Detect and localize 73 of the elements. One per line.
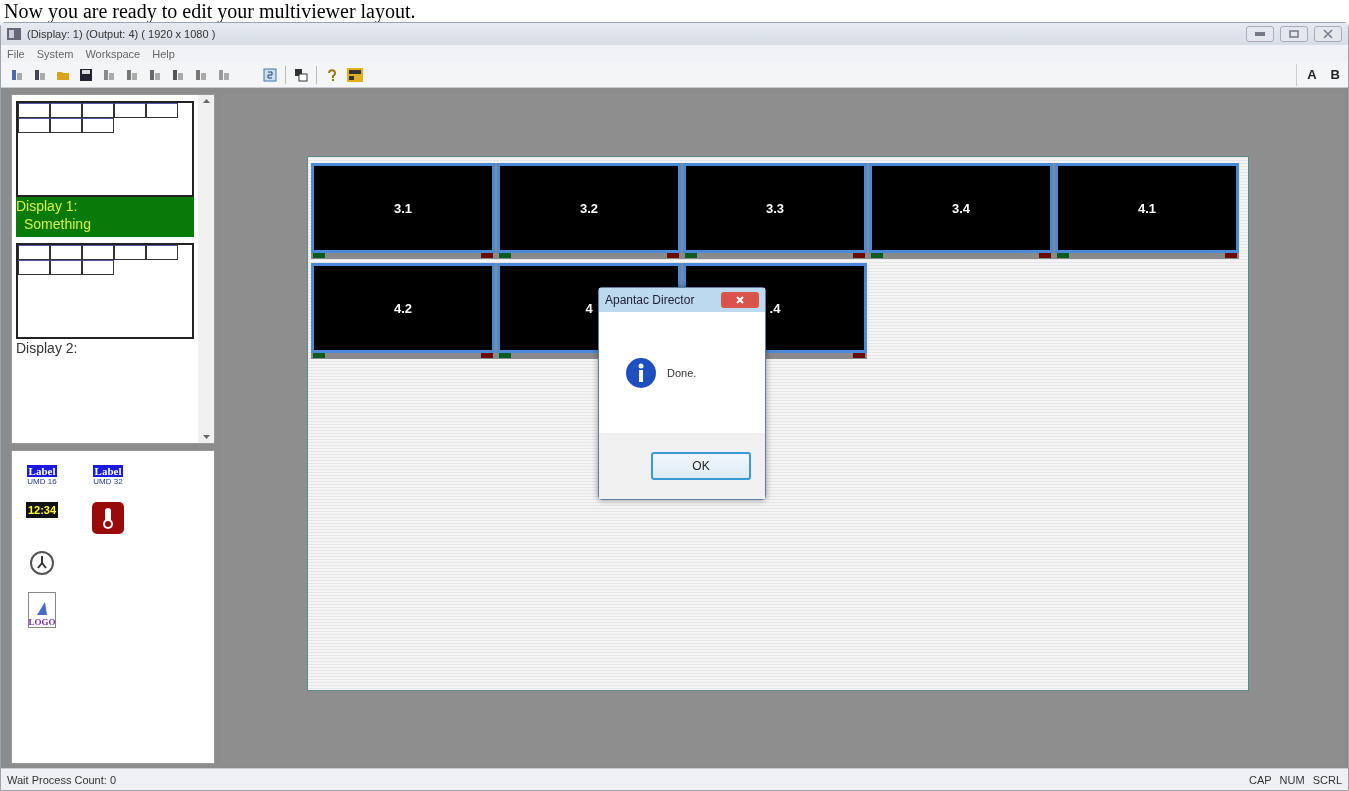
thermometer-icon[interactable] [92, 502, 124, 534]
menu-item[interactable]: File [7, 47, 25, 60]
status-led [1057, 253, 1069, 258]
toolbar-toggle[interactable]: A [1307, 67, 1317, 82]
status-led [313, 253, 325, 258]
display-number-icon[interactable] [262, 66, 278, 83]
status-led [499, 353, 511, 358]
status-text: Wait Process Count: 0 [7, 773, 117, 786]
window-title: (Display: 1) (Output: 4) ( 1920 x 1080 ) [27, 28, 217, 40]
menu-item[interactable]: Workspace [85, 47, 141, 60]
minimize-icon [1255, 32, 1265, 36]
widget-caption: UMD 32 [93, 477, 123, 486]
widget-caption: UMD 16 [27, 477, 57, 486]
scroll-down-icon[interactable] [202, 435, 210, 439]
tile-label: 4.2 [393, 300, 413, 316]
page-caption: Now you are ready to edit your multiviewer layout. [3, 0, 417, 22]
status-led [481, 353, 493, 358]
status-led [853, 253, 865, 258]
device-icon[interactable] [347, 66, 363, 83]
status-led [871, 253, 883, 258]
display-label: Display 2: [16, 339, 79, 357]
status-led [499, 253, 511, 258]
tile-label: 3.4 [951, 200, 971, 216]
label-widget[interactable]: Label [26, 465, 58, 477]
dialog-message: Done. [667, 366, 697, 379]
triangle-icon [35, 601, 49, 617]
video-tile[interactable]: 3.1 [311, 163, 495, 253]
close-icon [1323, 29, 1333, 39]
logo-widget[interactable]: LOGO [28, 592, 56, 628]
video-tile[interactable]: 3.3 [683, 163, 867, 253]
toolbar-toggle[interactable]: B [1330, 67, 1340, 82]
digital-clock-widget[interactable]: 12:34 [25, 502, 59, 518]
scroll-up-icon[interactable] [202, 99, 210, 103]
display-name: Something [23, 215, 92, 233]
status-led [481, 253, 493, 258]
minimize-button[interactable] [1246, 26, 1274, 42]
tile-label: 4.1 [1137, 200, 1157, 216]
close-button[interactable] [1314, 26, 1342, 42]
status-indicator: SCRL [1312, 773, 1342, 786]
display-thumbnail[interactable]: Display 1: Something [16, 101, 194, 237]
status-led [685, 253, 697, 258]
status-led [667, 253, 679, 258]
status-led [1225, 253, 1237, 258]
tile-label: .4 [769, 300, 781, 316]
info-icon [625, 356, 657, 389]
tile-label: 3.2 [579, 200, 599, 216]
video-tile[interactable]: 4.1 [1055, 163, 1239, 253]
close-icon [736, 296, 744, 304]
video-tile[interactable]: 3.4 [869, 163, 1053, 253]
ok-button[interactable]: OK [651, 452, 751, 480]
video-tile[interactable]: 4.2 [311, 263, 495, 353]
scrollbar[interactable] [198, 95, 214, 443]
menu-item[interactable]: Help [152, 47, 175, 60]
video-tile[interactable]: 3.2 [497, 163, 681, 253]
analog-clock-icon[interactable] [29, 550, 55, 576]
status-led [1039, 253, 1051, 258]
display-thumbnail[interactable]: Display 2: [16, 243, 194, 361]
display-label: Display 1: [16, 197, 79, 215]
status-led [313, 353, 325, 358]
status-indicator: NUM [1279, 773, 1305, 786]
tile-label: 4 [585, 300, 593, 316]
close-button[interactable] [721, 292, 759, 308]
windows-icon[interactable] [293, 66, 309, 83]
app-icon [7, 28, 21, 40]
tile-label: 3.1 [393, 200, 413, 216]
save-icon[interactable] [78, 66, 94, 83]
status-indicator: CAP [1248, 773, 1272, 786]
tile-label: 3.3 [765, 200, 785, 216]
maximize-button[interactable] [1280, 26, 1308, 42]
label-widget[interactable]: Label [92, 465, 124, 477]
status-led [853, 353, 865, 358]
menu-item[interactable]: System [36, 47, 74, 60]
maximize-icon [1289, 30, 1299, 38]
